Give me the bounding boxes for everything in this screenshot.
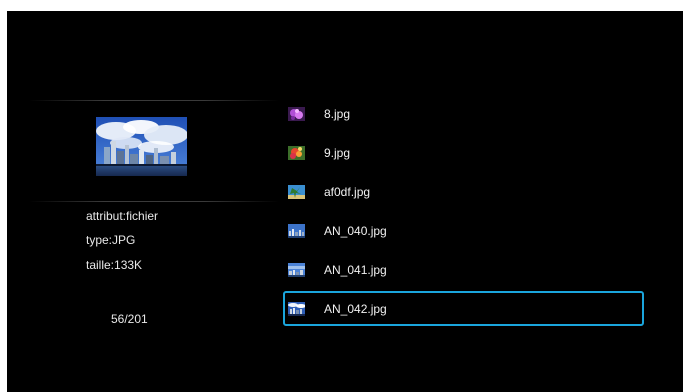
file-name: AN_041.jpg bbox=[324, 262, 387, 277]
media-browser-screen: attribut:fichier type:JPG taille:133K 56… bbox=[7, 11, 683, 392]
file-name: 8.jpg bbox=[324, 106, 351, 121]
file-item-8-jpg[interactable]: 8.jpg bbox=[283, 94, 644, 133]
image-preview bbox=[96, 117, 187, 176]
file-item-9-jpg[interactable]: 9.jpg bbox=[283, 133, 644, 172]
palm-tree-thumbnail-icon bbox=[288, 184, 305, 199]
middle-divider bbox=[29, 201, 279, 202]
file-name: af0df.jpg bbox=[324, 184, 371, 199]
red-flower-thumbnail-icon bbox=[288, 145, 305, 160]
page-counter: 56/201 bbox=[111, 312, 148, 326]
file-type-label: type:JPG bbox=[86, 233, 136, 247]
city-skyline-thumbnail-icon bbox=[288, 223, 305, 238]
file-item-an-042-jpg[interactable]: AN_042.jpg bbox=[283, 291, 644, 326]
file-item-af0df-jpg[interactable]: af0df.jpg bbox=[283, 172, 644, 211]
file-size-label: taille:133K bbox=[86, 258, 143, 272]
city-skyline-thumbnail-icon bbox=[288, 301, 305, 316]
file-name: 9.jpg bbox=[324, 145, 351, 160]
file-attribute-label: attribut:fichier bbox=[86, 209, 159, 223]
file-list: 8.jpg 9.jpg af0df.jpg AN_040.jpg AN_041.… bbox=[283, 94, 644, 326]
purple-flower-thumbnail-icon bbox=[288, 106, 305, 121]
file-item-an-041-jpg[interactable]: AN_041.jpg bbox=[283, 250, 644, 289]
city-skyline-thumbnail-icon bbox=[288, 262, 305, 277]
file-name: AN_042.jpg bbox=[324, 301, 387, 316]
file-name: AN_040.jpg bbox=[324, 223, 387, 238]
file-item-an-040-jpg[interactable]: AN_040.jpg bbox=[283, 211, 644, 250]
top-divider bbox=[29, 100, 279, 101]
